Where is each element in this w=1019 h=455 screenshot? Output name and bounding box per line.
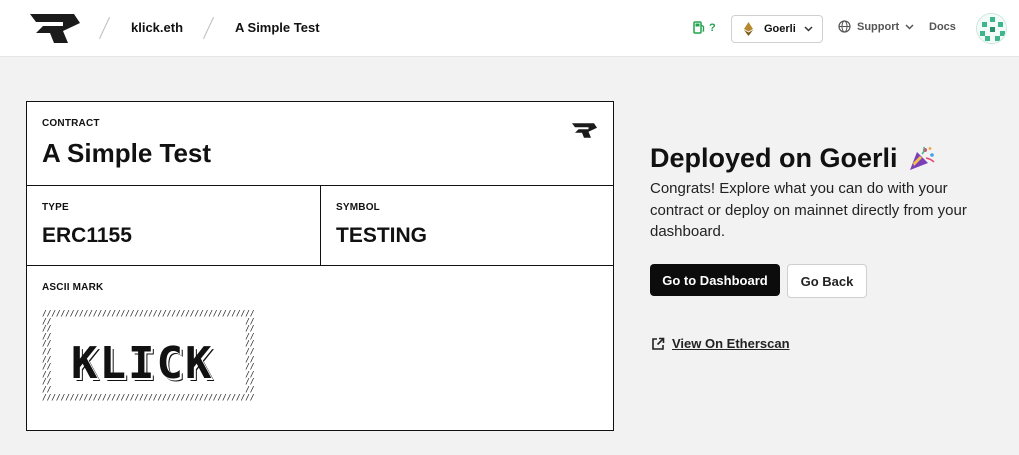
type-cell: TYPE ERC1155	[27, 186, 321, 265]
gas-indicator[interactable]: ?	[693, 21, 716, 34]
contract-label: CONTRACT	[42, 118, 100, 129]
ascii-mark-section: ASCII MARK /////////////////////////////…	[27, 266, 613, 430]
deploy-description: Congrats! Explore what you can do with y…	[650, 180, 967, 240]
support-label: Support	[857, 20, 900, 33]
deploy-status-title: Deployed on Goerli	[650, 143, 936, 174]
network-selector[interactable]: Goerli	[731, 15, 823, 43]
contract-card: CONTRACT A Simple Test TYPE ERC1155 SYMB…	[26, 101, 614, 431]
ascii-mark-word: KLICK	[71, 338, 214, 389]
go-to-dashboard-button[interactable]: Go to Dashboard	[650, 264, 780, 296]
gas-value: ?	[709, 21, 716, 34]
chevron-down-icon	[905, 23, 914, 30]
view-on-etherscan-link[interactable]: View On Etherscan	[651, 336, 790, 351]
avatar[interactable]	[976, 13, 1007, 44]
gas-pump-icon	[693, 21, 705, 34]
brand-logo-icon	[572, 123, 597, 138]
brand-logo-icon[interactable]	[30, 14, 80, 43]
deploy-title-text: Deployed on Goerli	[650, 143, 898, 173]
type-value: ERC1155	[42, 224, 132, 247]
contract-section: CONTRACT A Simple Test	[27, 102, 613, 186]
chevron-down-icon	[804, 26, 813, 32]
ascii-mark-label: ASCII MARK	[42, 282, 104, 293]
breadcrumb-account[interactable]: klick.eth	[131, 20, 183, 35]
top-navbar: klick.eth A Simple Test ? Goerli Support	[0, 0, 1019, 57]
network-name: Goerli	[764, 23, 796, 35]
ethereum-icon	[744, 22, 753, 36]
type-label: TYPE	[42, 202, 69, 213]
symbol-cell: SYMBOL TESTING	[321, 186, 613, 265]
breadcrumb-separator	[202, 16, 215, 40]
support-menu[interactable]: Support	[838, 20, 914, 33]
docs-link[interactable]: Docs	[929, 21, 956, 33]
go-back-button[interactable]: Go Back	[787, 264, 867, 298]
globe-icon	[838, 20, 851, 33]
breadcrumb-contract[interactable]: A Simple Test	[235, 20, 320, 35]
external-link-icon	[652, 337, 665, 350]
symbol-value: TESTING	[336, 224, 428, 247]
avatar-pattern-icon	[977, 14, 1006, 43]
etherscan-link-label: View On Etherscan	[672, 336, 790, 351]
token-details-section: TYPE ERC1155 SYMBOL TESTING	[27, 186, 613, 266]
party-popper-icon	[909, 146, 935, 170]
symbol-label: SYMBOL	[336, 202, 380, 213]
contract-name: A Simple Test	[42, 138, 212, 168]
breadcrumb-separator	[98, 16, 111, 40]
